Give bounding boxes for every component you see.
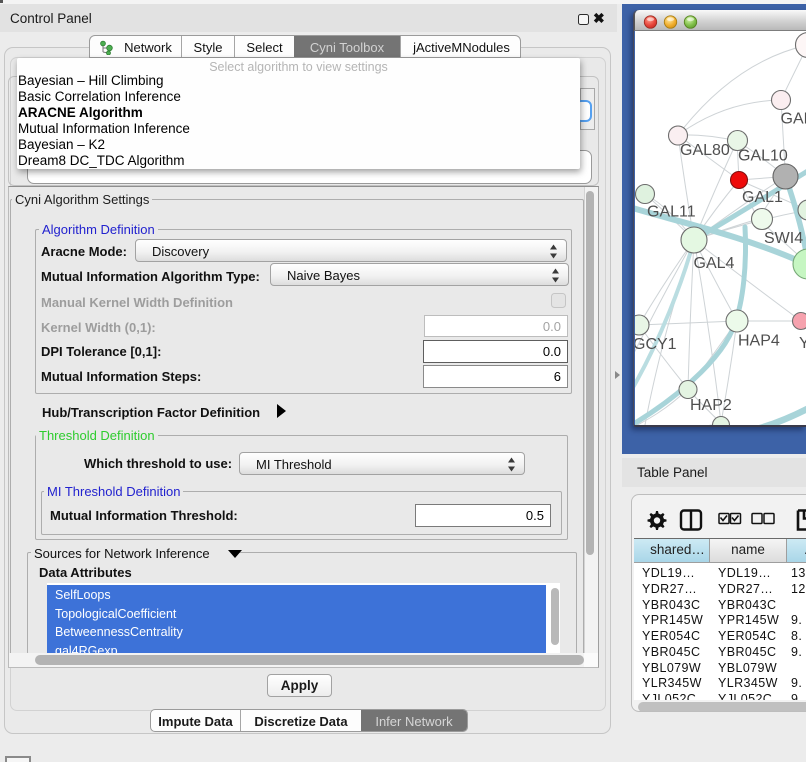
svg-text:Y: Y <box>799 335 806 352</box>
svg-text:GAL: GAL <box>781 111 806 128</box>
svg-text:GAL4: GAL4 <box>694 255 735 272</box>
svg-text:GAL1: GAL1 <box>742 189 783 206</box>
svg-text:SWI4: SWI4 <box>764 230 803 247</box>
svg-text:GAL11: GAL11 <box>647 204 696 221</box>
svg-text:GCY1: GCY1 <box>635 336 677 353</box>
svg-text:HAP4: HAP4 <box>738 333 780 350</box>
svg-text:HAP2: HAP2 <box>690 397 732 414</box>
svg-text:GAL80: GAL80 <box>680 142 730 159</box>
svg-text:GAL10: GAL10 <box>738 148 788 165</box>
